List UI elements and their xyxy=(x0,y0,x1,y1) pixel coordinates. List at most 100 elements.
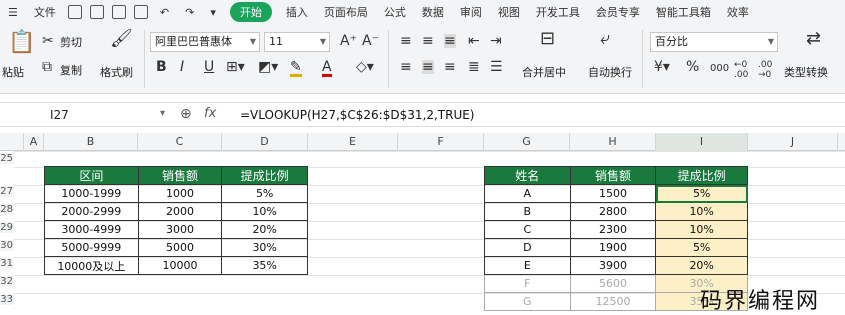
table-header[interactable]: 姓名 xyxy=(484,166,571,185)
table-cell[interactable]: 3000 xyxy=(137,220,223,239)
type-convert-button[interactable]: 类型转换 xyxy=(784,64,828,80)
format-painter-button[interactable]: 格式刷 xyxy=(100,64,133,80)
thousands-icon[interactable]: 000 xyxy=(710,62,729,76)
table-cell[interactable]: 12500 xyxy=(569,292,657,311)
table-cell[interactable]: 10000及以上 xyxy=(44,256,139,275)
table-cell[interactable]: 5000-9999 xyxy=(44,238,139,257)
tab-efficiency[interactable]: 效率 xyxy=(719,4,757,20)
column-header[interactable]: F xyxy=(398,133,484,151)
table-header[interactable]: 销售额 xyxy=(137,166,223,185)
percent-icon[interactable]: % xyxy=(686,60,699,74)
table-cell[interactable]: 3000-4999 xyxy=(44,220,139,239)
table-cell[interactable]: B xyxy=(484,202,571,221)
border-icon[interactable]: ⊞▾ xyxy=(226,60,245,74)
tab-member[interactable]: 会员专享 xyxy=(588,4,648,20)
tab-insert[interactable]: 插入 xyxy=(278,4,316,20)
row-header[interactable]: 30 xyxy=(0,240,14,251)
increase-font-icon[interactable]: A⁺ xyxy=(340,34,357,48)
table-cell[interactable]: 5% xyxy=(655,238,748,257)
fill-color-icon[interactable]: ◩▾ xyxy=(258,60,278,74)
table-cell[interactable]: 20% xyxy=(221,220,308,239)
indent-increase-icon[interactable]: ⇥ xyxy=(490,34,502,48)
row-header[interactable]: 25 xyxy=(0,153,14,164)
decrease-font-icon[interactable]: A⁻ xyxy=(362,34,379,48)
redo-icon[interactable]: ↷ xyxy=(177,6,202,19)
font-name-select[interactable]: 阿里巴巴普惠体 ▼ xyxy=(150,32,260,52)
column-header[interactable]: J xyxy=(748,133,838,151)
select-all-corner[interactable] xyxy=(0,133,24,151)
table-cell[interactable]: C xyxy=(484,220,571,239)
table-cell[interactable]: 2000-2999 xyxy=(44,202,139,221)
zoom-icon[interactable]: ⊕ xyxy=(180,106,192,122)
row-header[interactable]: 27 xyxy=(0,186,14,197)
column-header[interactable]: E xyxy=(308,133,398,151)
align-right-icon[interactable]: ≡ xyxy=(444,60,456,74)
name-box[interactable]: I27 xyxy=(50,108,69,122)
formula-input[interactable]: =VLOOKUP(H27,$C$26:$D$31,2,TRUE) xyxy=(240,108,475,122)
column-header[interactable]: G xyxy=(484,133,570,151)
column-header[interactable]: B xyxy=(44,133,138,151)
table-cell[interactable]: 1000-1999 xyxy=(44,184,139,203)
font-color-icon[interactable]: A xyxy=(322,60,332,77)
row-header[interactable]: 31 xyxy=(0,258,14,269)
table-header[interactable]: 提成比例 xyxy=(655,166,748,185)
paste-button[interactable]: 粘贴 xyxy=(2,64,24,80)
menu-file[interactable]: 文件 xyxy=(26,4,64,20)
row-header[interactable]: 32 xyxy=(0,276,14,287)
table-cell[interactable]: 10% xyxy=(221,202,308,221)
wrap-text-button[interactable]: 自动换行 xyxy=(588,64,632,80)
tab-developer[interactable]: 开发工具 xyxy=(528,4,588,20)
table-header[interactable]: 销售额 xyxy=(569,166,657,185)
column-header-selected[interactable]: I xyxy=(656,133,748,151)
bold-icon[interactable]: B xyxy=(156,60,167,74)
increase-decimal-icon[interactable]: ←0 .00 xyxy=(734,60,752,80)
table-cell[interactable]: G xyxy=(484,292,571,311)
font-size-select[interactable]: 11 ▼ xyxy=(264,32,330,52)
tab-formula[interactable]: 公式 xyxy=(376,4,414,20)
table-cell[interactable]: 5% xyxy=(221,184,308,203)
underline-icon[interactable]: U xyxy=(204,60,214,74)
highlight-icon[interactable]: ✎ xyxy=(290,60,302,77)
indent-decrease-icon[interactable]: ⇤ xyxy=(468,34,480,48)
undo-icon[interactable]: ↶ xyxy=(152,6,177,19)
align-left-icon[interactable]: ≡ xyxy=(400,60,412,74)
align-bottom-icon[interactable]: ≡ xyxy=(444,34,456,48)
format-painter-icon[interactable]: 🖌 xyxy=(110,30,133,48)
table-cell[interactable]: 5000 xyxy=(137,238,223,257)
cut-button[interactable]: 剪切 xyxy=(60,34,82,50)
table-cell[interactable]: A xyxy=(484,184,571,203)
tab-start[interactable]: 开始 xyxy=(229,2,272,22)
table-cell[interactable]: 10% xyxy=(655,220,748,239)
tab-data[interactable]: 数据 xyxy=(414,4,452,20)
table-header[interactable]: 提成比例 xyxy=(221,166,308,185)
align-top-icon[interactable]: ≡ xyxy=(400,34,412,48)
tab-smart-tools[interactable]: 智能工具箱 xyxy=(648,4,719,20)
table-cell[interactable]: 10000 xyxy=(137,256,223,275)
export-icon[interactable] xyxy=(89,5,104,19)
table-cell[interactable]: 5600 xyxy=(569,274,657,293)
column-header[interactable]: H xyxy=(570,133,656,151)
table-cell[interactable]: 2000 xyxy=(137,202,223,221)
paste-icon[interactable]: 📋 xyxy=(8,32,35,54)
distribute-icon[interactable]: ☰ xyxy=(490,60,503,74)
preview-icon[interactable] xyxy=(133,5,148,19)
currency-icon[interactable]: ¥▾ xyxy=(654,60,670,74)
italic-icon[interactable]: I xyxy=(180,60,184,74)
table-cell[interactable]: F xyxy=(484,274,571,293)
chevron-down-icon[interactable]: ▾ xyxy=(160,108,165,119)
table-cell[interactable]: 1500 xyxy=(569,184,657,203)
print-icon[interactable] xyxy=(111,5,126,19)
tab-view[interactable]: 视图 xyxy=(490,4,528,20)
fx-icon[interactable]: fx xyxy=(204,106,216,121)
table-cell[interactable]: 3900 xyxy=(569,256,657,275)
row-header[interactable]: 33 xyxy=(0,294,14,305)
justify-icon[interactable]: ≣ xyxy=(468,60,480,74)
hamburger-icon[interactable]: ☰ xyxy=(0,6,26,19)
table-cell[interactable]: 2800 xyxy=(569,202,657,221)
table-cell[interactable]: 2300 xyxy=(569,220,657,239)
dropdown-icon[interactable]: ▾ xyxy=(202,6,224,19)
table-cell[interactable]: 10% xyxy=(655,202,748,221)
copy-button[interactable]: 复制 xyxy=(60,62,82,78)
table-cell[interactable]: 30% xyxy=(221,238,308,257)
table-cell[interactable]: 35% xyxy=(221,256,308,275)
